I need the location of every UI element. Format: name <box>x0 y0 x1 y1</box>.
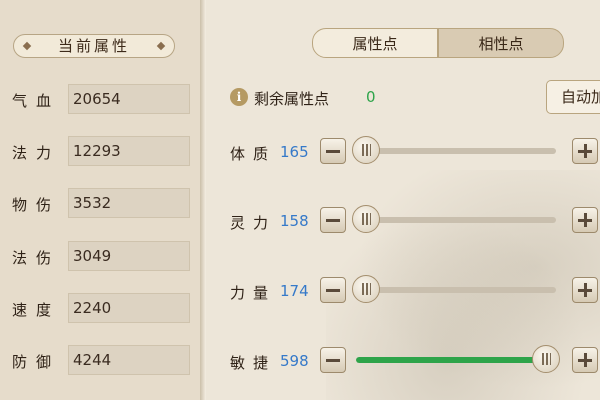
attribute-label: 敏捷 <box>230 354 277 372</box>
stat-value: 4244 <box>68 345 190 375</box>
attribute-row-constitution: 体质 165 <box>206 136 600 168</box>
tab-attribute-points[interactable]: 属性点 <box>312 28 438 58</box>
remaining-points-label: 剩余属性点 <box>254 90 330 108</box>
attribute-slider-track[interactable] <box>356 217 556 223</box>
tab-bar: 属性点 相性点 <box>312 28 564 58</box>
stat-label: 法力 <box>12 144 61 162</box>
attribute-slider-track[interactable] <box>356 287 556 293</box>
current-attributes-title: 当前属性 <box>13 34 175 58</box>
tab-affinity-points[interactable]: 相性点 <box>438 28 564 58</box>
increase-button[interactable] <box>572 277 598 303</box>
attribute-slider-track[interactable] <box>356 148 556 154</box>
decrease-button[interactable] <box>320 277 346 303</box>
decrease-button[interactable] <box>320 347 346 373</box>
remaining-points-value: 0 <box>366 88 376 106</box>
attribute-value: 174 <box>280 282 309 300</box>
increase-button[interactable] <box>572 207 598 233</box>
slider-thumb[interactable] <box>352 136 380 164</box>
stat-label: 气血 <box>12 92 61 110</box>
stat-row-physical-damage: 物伤 3532 <box>0 188 200 220</box>
stat-label: 物伤 <box>12 196 61 214</box>
stat-row-magic-damage: 法伤 3049 <box>0 241 200 273</box>
stat-label: 速度 <box>12 301 61 319</box>
attribute-label: 体质 <box>230 145 277 163</box>
stat-row-defense: 防御 4244 <box>0 345 200 377</box>
attribute-value: 598 <box>280 352 309 370</box>
stat-value: 3532 <box>68 188 190 218</box>
attribute-row-strength: 力量 174 <box>206 275 600 307</box>
attribute-slider-track[interactable] <box>356 357 556 363</box>
stat-value: 2240 <box>68 293 190 323</box>
stat-value: 20654 <box>68 84 190 114</box>
stat-label: 防御 <box>12 353 61 371</box>
stat-value: 12293 <box>68 136 190 166</box>
info-icon[interactable]: i <box>230 88 248 106</box>
attribute-row-agility: 敏捷 598 <box>206 345 600 377</box>
slider-fill <box>356 357 556 363</box>
slider-thumb[interactable] <box>352 205 380 233</box>
attribute-points-panel: 属性点 相性点 i 剩余属性点 0 自动加点 体质 165 灵力 158 力量 … <box>206 0 600 400</box>
slider-thumb[interactable] <box>532 345 560 373</box>
slider-thumb[interactable] <box>352 275 380 303</box>
decrease-button[interactable] <box>320 207 346 233</box>
attribute-label: 灵力 <box>230 214 277 232</box>
stat-row-mp: 法力 12293 <box>0 136 200 168</box>
attribute-value: 165 <box>280 143 309 161</box>
decrease-button[interactable] <box>320 138 346 164</box>
stat-label: 法伤 <box>12 249 61 267</box>
increase-button[interactable] <box>572 347 598 373</box>
current-attributes-panel: 当前属性 气血 20654 法力 12293 物伤 3532 法伤 3049 速… <box>0 0 200 400</box>
attribute-value: 158 <box>280 212 309 230</box>
auto-allocate-button[interactable]: 自动加点 <box>546 80 600 114</box>
attribute-label: 力量 <box>230 284 277 302</box>
stat-row-speed: 速度 2240 <box>0 293 200 325</box>
increase-button[interactable] <box>572 138 598 164</box>
stat-row-hp: 气血 20654 <box>0 84 200 116</box>
stat-value: 3049 <box>68 241 190 271</box>
attribute-row-spirit: 灵力 158 <box>206 205 600 237</box>
